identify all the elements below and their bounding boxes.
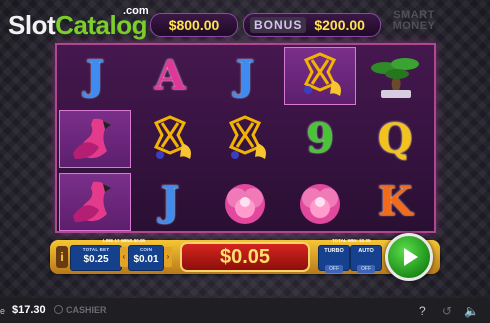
k-symbol: K bbox=[377, 178, 413, 225]
bonus-label: BONUS bbox=[250, 17, 307, 33]
autoplay-toggle[interactable]: AUTO OFF bbox=[350, 245, 382, 273]
spin-button[interactable] bbox=[385, 233, 433, 281]
win-amount-display: $0.05 bbox=[180, 242, 310, 272]
turbo-toggle[interactable]: TURBO OFF bbox=[318, 245, 350, 273]
info-button[interactable]: i bbox=[56, 246, 68, 268]
auto-state: OFF bbox=[357, 265, 375, 273]
reel-cell bbox=[359, 47, 431, 105]
auto-label: AUTO bbox=[358, 248, 374, 254]
balance-value: $17.30 bbox=[12, 304, 46, 316]
cashier-icon bbox=[54, 305, 63, 314]
reel-cell bbox=[134, 110, 206, 168]
q-symbol: Q bbox=[377, 115, 413, 162]
knot-dragon-symbol bbox=[153, 115, 191, 159]
turbo-label: TURBO bbox=[324, 248, 344, 254]
reel-cell: J bbox=[134, 173, 206, 231]
reel-cell bbox=[284, 173, 356, 231]
smart-money-logo: SMART MONEY bbox=[386, 10, 442, 32]
coin-display[interactable]: COIN $0.01 bbox=[128, 245, 164, 271]
line-win-info: LINE 17 WINS $0.05 bbox=[103, 238, 146, 243]
total-bet-display[interactable]: TOTAL BET $0.25 bbox=[70, 245, 122, 271]
cashier-button[interactable]: CASHIER bbox=[54, 305, 107, 315]
reel-cell-winning bbox=[59, 110, 131, 168]
total-bet-label: TOTAL BET bbox=[82, 247, 110, 252]
j-symbol: J bbox=[160, 178, 180, 225]
bonus-jackpot: BONUS $200.00 bbox=[243, 13, 381, 37]
j-symbol: J bbox=[235, 52, 255, 99]
sound-icon[interactable]: 🔈 bbox=[464, 304, 479, 318]
help-icon[interactable]: ? bbox=[419, 304, 426, 318]
logo-com-text: .com bbox=[123, 5, 149, 17]
total-bet-value: $0.25 bbox=[83, 254, 109, 265]
reel-cell: Q bbox=[359, 110, 431, 168]
balance-label: e bbox=[0, 306, 6, 316]
flamingo-symbol bbox=[73, 181, 111, 222]
reel-cell: K bbox=[359, 173, 431, 231]
knot-dragon-symbol bbox=[228, 115, 266, 159]
reel-cell: A bbox=[134, 47, 206, 105]
history-icon[interactable]: ↺ bbox=[442, 304, 452, 318]
cashier-label: CASHIER bbox=[66, 305, 107, 315]
j-symbol: J bbox=[85, 52, 105, 99]
knot-dragon-symbol bbox=[303, 52, 341, 96]
money-jackpot: $800.00 bbox=[150, 13, 238, 37]
money-text: MONEY bbox=[392, 20, 436, 32]
coin-increase-button[interactable]: › bbox=[164, 247, 172, 267]
reel-cell: 9 bbox=[284, 110, 356, 168]
logo-slot-text: Slot bbox=[8, 10, 56, 40]
flamingo-symbol bbox=[73, 118, 111, 159]
turbo-state: OFF bbox=[325, 265, 343, 273]
reel-cell: J bbox=[59, 47, 131, 105]
total-win-info: TOTAL WIN: $0.05 bbox=[332, 238, 371, 243]
nine-symbol: 9 bbox=[306, 115, 334, 162]
bet-decrease-button[interactable]: ‹ bbox=[120, 247, 128, 267]
reel-cell-winning bbox=[59, 173, 131, 231]
reel-cell: J bbox=[209, 47, 281, 105]
bonsai-symbol bbox=[371, 58, 419, 98]
reel-cell bbox=[209, 173, 281, 231]
a-symbol: A bbox=[154, 52, 186, 99]
coin-label: COIN bbox=[139, 247, 153, 252]
reel-cell bbox=[209, 110, 281, 168]
play-icon bbox=[404, 248, 418, 266]
coin-value: $0.01 bbox=[133, 254, 159, 265]
peony-symbol bbox=[225, 184, 265, 224]
reel-grid: J A J 9 Q J K bbox=[55, 43, 436, 233]
bonus-value: $200.00 bbox=[314, 17, 365, 33]
peony-symbol bbox=[300, 184, 340, 224]
reel-cell-winning bbox=[284, 47, 356, 105]
